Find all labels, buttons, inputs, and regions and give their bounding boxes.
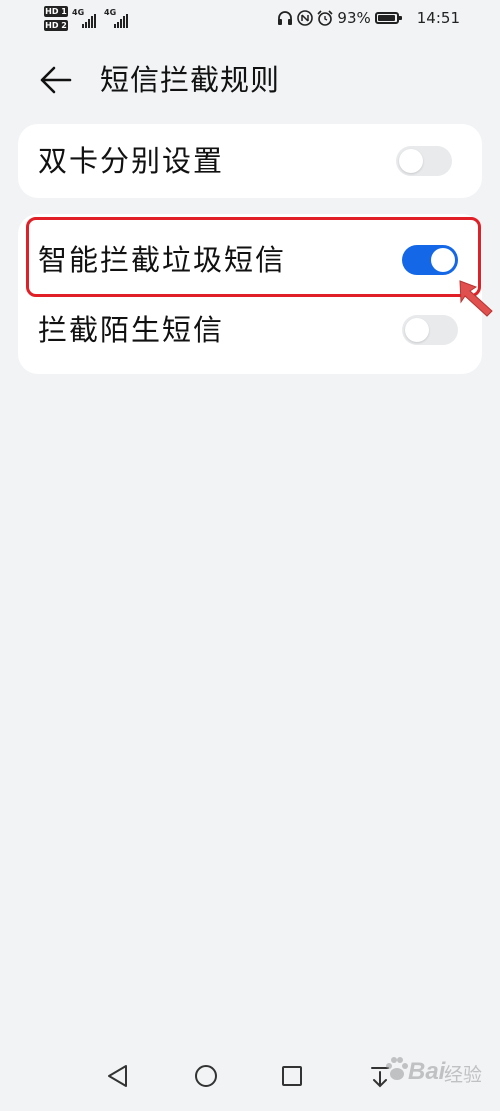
home-circle-icon xyxy=(195,1065,217,1087)
nav-recents-button[interactable] xyxy=(274,1058,310,1094)
watermark-sub: 经验 xyxy=(444,1064,483,1086)
battery-percent: 93% xyxy=(337,9,371,27)
back-button[interactable] xyxy=(36,62,76,98)
arrow-left-icon xyxy=(40,66,72,94)
toggle-knob xyxy=(405,318,429,342)
watermark: Bai 经验 xyxy=(382,1048,492,1094)
status-bar: HD 1 HD 2 4G 4G 93% 14:51 xyxy=(0,0,500,36)
setting-label: 双卡分别设置 xyxy=(38,144,225,178)
battery-icon xyxy=(374,12,402,24)
sim2-badge: HD 2 xyxy=(44,20,68,31)
headphones-icon xyxy=(277,10,293,26)
setting-label: 拦截陌生短信 xyxy=(38,313,225,347)
status-right: 93% 14:51 xyxy=(277,8,460,28)
nav-back-button[interactable] xyxy=(100,1058,136,1094)
watermark-brand: Bai xyxy=(408,1058,446,1085)
setting-row-dual-sim[interactable]: 双卡分别设置 xyxy=(18,129,482,193)
signal-icon: 4G xyxy=(104,8,134,28)
highlight-box xyxy=(26,217,481,297)
back-triangle-icon xyxy=(108,1065,127,1087)
setting-row-block-stranger[interactable]: 拦截陌生短信 xyxy=(18,298,482,362)
sim1-badge: HD 1 xyxy=(44,6,68,17)
nfc-icon xyxy=(297,10,314,26)
block-stranger-toggle[interactable] xyxy=(402,315,458,345)
settings-card-dual-sim: 双卡分别设置 xyxy=(18,124,482,198)
recents-square-icon xyxy=(282,1066,302,1086)
toggle-knob xyxy=(399,149,423,173)
alarm-icon xyxy=(317,10,333,26)
nav-home-button[interactable] xyxy=(188,1058,224,1094)
page-title: 短信拦截规则 xyxy=(100,63,281,97)
pointer-arrow-icon xyxy=(459,280,493,317)
app-header: 短信拦截规则 xyxy=(0,50,500,112)
dual-sim-toggle[interactable] xyxy=(396,146,452,176)
signal-icon: 4G xyxy=(72,8,102,28)
clock: 14:51 xyxy=(416,9,460,27)
